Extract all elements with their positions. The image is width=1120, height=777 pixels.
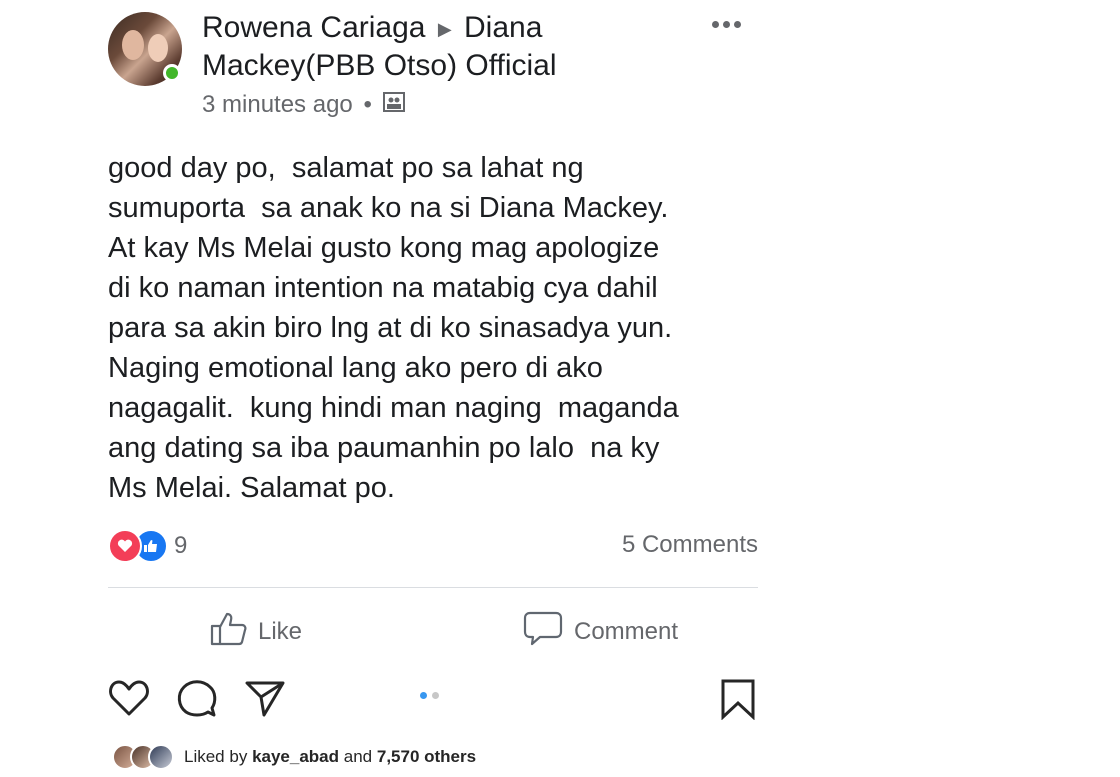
liked-by-and: and — [343, 747, 373, 766]
group-audience-icon — [382, 91, 405, 121]
comments-count[interactable]: 5 Comments — [560, 531, 758, 559]
divider — [108, 587, 758, 588]
thumbs-up-icon — [210, 610, 248, 655]
comment-icon[interactable] — [176, 678, 218, 718]
online-status-icon — [163, 64, 181, 82]
reactions-summary[interactable]: 9 — [108, 529, 188, 563]
liked-by-prefix: Liked by — [184, 747, 248, 766]
love-reaction-icon — [108, 529, 142, 563]
meta-separator: • — [363, 91, 372, 118]
comment-label: Comment — [574, 618, 679, 645]
heart-icon[interactable] — [108, 678, 150, 718]
bookmark-icon[interactable] — [718, 678, 758, 721]
carousel-dot — [432, 692, 439, 699]
liked-by-user[interactable]: kaye_abad — [252, 747, 339, 766]
target-name-line2[interactable]: Mackey(PBB Otso) Official — [202, 48, 557, 84]
carousel-indicator — [420, 692, 439, 699]
reaction-count: 9 — [174, 532, 188, 559]
target-name[interactable]: Diana — [464, 11, 542, 44]
more-options-icon[interactable] — [712, 14, 748, 34]
comment-button[interactable]: Comment — [522, 610, 678, 654]
like-label: Like — [258, 618, 303, 645]
liked-by-others[interactable]: 7,570 others — [377, 747, 476, 766]
carousel-dot-active — [420, 692, 427, 699]
post-timestamp[interactable]: 3 minutes ago — [202, 91, 353, 118]
post-header-line1: Rowena Cariaga ▶ Diana — [202, 10, 542, 47]
liked-by-text: Liked by kaye_abad and 7,570 others — [184, 747, 476, 767]
comment-bubble-icon — [522, 610, 564, 655]
post-text: good day po, salamat po sa lahat ng sumu… — [108, 152, 679, 504]
liker-avatar[interactable] — [148, 744, 174, 770]
post-meta: 3 minutes ago • — [202, 90, 405, 121]
liked-by-row[interactable]: Liked by kaye_abad and 7,570 others — [112, 740, 476, 774]
like-button[interactable]: Like — [210, 610, 302, 654]
share-icon[interactable] — [244, 678, 286, 718]
arrow-right-icon: ▶ — [437, 19, 452, 40]
author-name[interactable]: Rowena Cariaga — [202, 11, 425, 44]
